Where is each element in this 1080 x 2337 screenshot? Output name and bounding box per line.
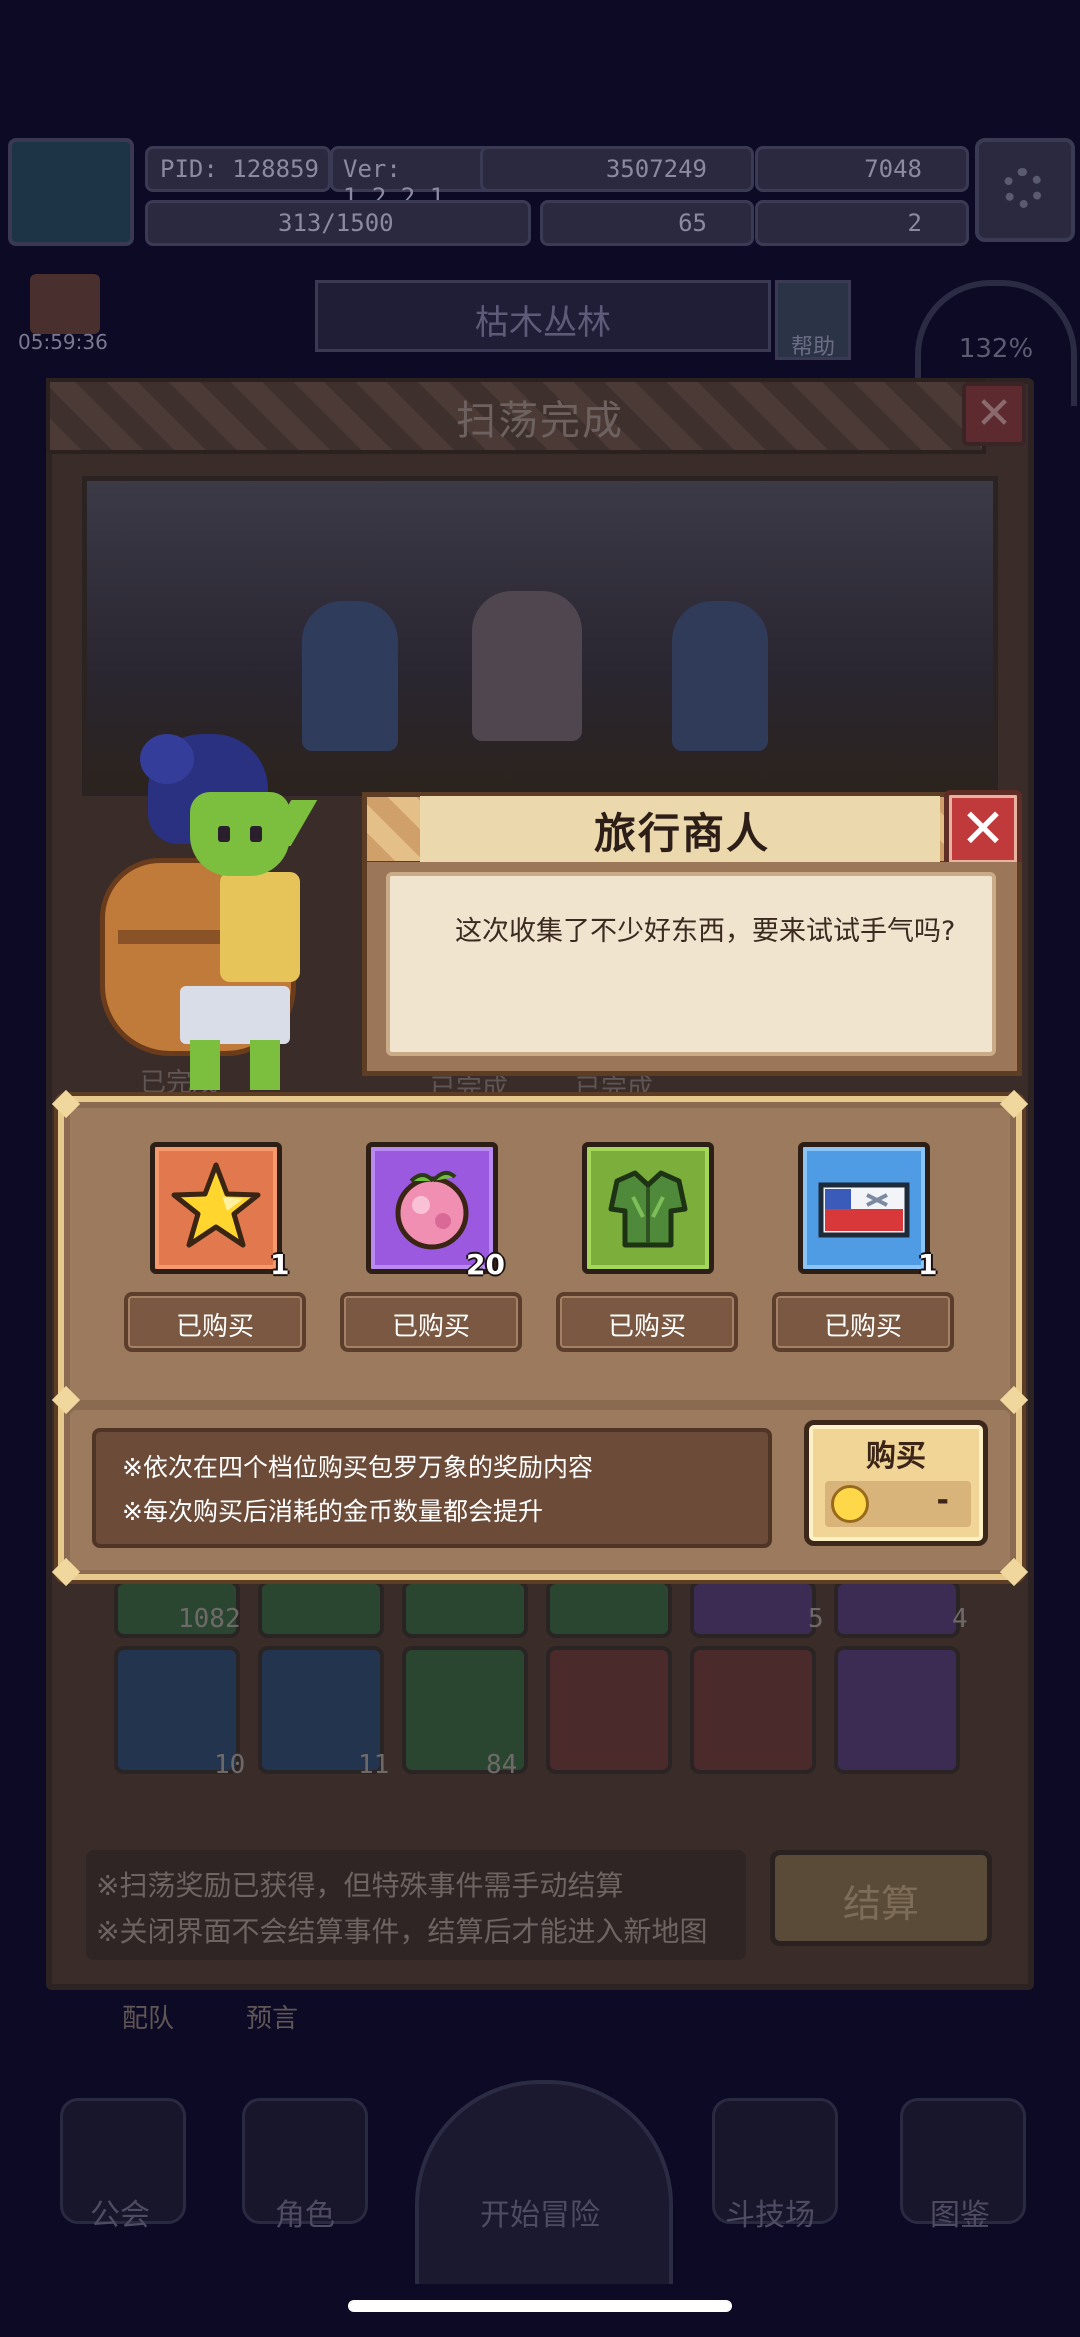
sweep-title: 扫荡完成 <box>456 398 624 444</box>
purchased-button[interactable]: 已购买 <box>340 1292 522 1352</box>
close-icon: ✕ <box>960 797 1006 860</box>
speech-bubble <box>386 872 996 1056</box>
clover-count: 65 <box>678 209 707 237</box>
armor-icon <box>608 1170 688 1248</box>
team-tab[interactable]: 配队 <box>122 1998 174 2035</box>
gear-icon <box>1003 168 1043 208</box>
settle-button[interactable]: 结算 <box>770 1850 992 1946</box>
help-label: 帮助 <box>790 335 835 360</box>
merchant-shorts <box>180 986 290 1044</box>
purchased-button[interactable]: 已购买 <box>124 1292 306 1352</box>
reward-tile <box>834 1580 960 1638</box>
rule-line-2: ※每次购买后消耗的金币数量都会提升 <box>122 1497 543 1526</box>
gift-icon[interactable] <box>30 274 100 334</box>
key-pill: 2 <box>755 200 969 246</box>
gold-coin-icon <box>831 1485 869 1523</box>
merchant-leg <box>190 1040 220 1090</box>
map-name: 枯木丛林 <box>475 303 611 343</box>
buy-label: 购买 <box>866 1439 926 1474</box>
star-icon <box>171 1162 261 1248</box>
preview-tab[interactable]: 预言 <box>246 1998 298 2035</box>
adventure-icon <box>415 2080 673 2284</box>
sweep-note-1: ※扫荡奖励已获得，但特殊事件需手动结算 <box>96 1869 624 1902</box>
sweep-close-button[interactable]: ✕ <box>962 382 1026 446</box>
merchant-eye <box>218 826 230 842</box>
gold-count: 3507249 <box>605 155 707 183</box>
reward-count: 1082 <box>178 1604 241 1634</box>
merchant-dialog-text: 这次收集了不少好东西，要来试试手气吗? <box>455 916 956 947</box>
rule-line-1: ※依次在四个档位购买包罗万象的奖励内容 <box>122 1453 593 1482</box>
shop-item-star[interactable] <box>150 1142 282 1274</box>
item-qty: 1 <box>270 1248 290 1281</box>
hero-princess <box>472 591 582 741</box>
reward-count: 10 <box>214 1750 246 1780</box>
reward-count: 84 <box>486 1750 518 1780</box>
map-name-banner: 枯木丛林 <box>315 280 771 352</box>
reward-tile <box>690 1580 816 1638</box>
hero-bunny <box>302 601 398 751</box>
nav-codex[interactable]: 图鉴 <box>890 2190 1030 2234</box>
reward-count: 5 <box>808 1604 824 1634</box>
reward-count: 11 <box>358 1750 390 1780</box>
merchant-close-button[interactable]: ✕ <box>944 790 1022 868</box>
event-timer: 05:59:36 <box>18 330 108 354</box>
ticket-icon <box>818 1182 910 1238</box>
purchased-button[interactable]: 已购买 <box>772 1292 954 1352</box>
purchased-label: 已购买 <box>823 1312 902 1342</box>
home-indicator[interactable] <box>348 2300 732 2312</box>
buy-button[interactable]: 购买 - <box>804 1420 988 1546</box>
nav-guild[interactable]: 公会 <box>50 2190 190 2234</box>
exp-pill: 313/1500 <box>145 200 531 246</box>
gold-pill: 3507249 <box>480 146 754 192</box>
purchased-label: 已购买 <box>391 1312 470 1342</box>
close-icon: ✕ <box>975 388 1013 439</box>
price-box: - <box>825 1481 971 1527</box>
clover-pill: 65 <box>540 200 754 246</box>
reward-tile <box>834 1646 960 1774</box>
gem-count: 7048 <box>864 155 922 183</box>
reward-tile <box>546 1580 672 1638</box>
reward-tile <box>546 1646 672 1774</box>
purchased-label: 已购买 <box>175 1312 254 1342</box>
key-count: 2 <box>907 209 922 237</box>
buy-price: - <box>936 1483 949 1518</box>
help-button[interactable]: 帮助 <box>775 280 851 360</box>
merchant-leg <box>250 1040 280 1090</box>
purchased-label: 已购买 <box>607 1312 686 1342</box>
reward-tile <box>690 1646 816 1774</box>
pid-pill: PID: 128859 <box>145 146 331 192</box>
purchased-button[interactable]: 已购买 <box>556 1292 738 1352</box>
exp-text: 313/1500 <box>278 209 394 237</box>
shop-item-armor[interactable] <box>582 1142 714 1274</box>
efficiency-value: 132% <box>958 334 1034 364</box>
merchant-shirt <box>220 872 300 982</box>
item-qty: 1 <box>918 1248 938 1281</box>
gem-pill: 7048 <box>755 146 969 192</box>
merchant-title: 旅行商人 <box>593 809 770 858</box>
item-qty: 20 <box>466 1248 505 1281</box>
sweep-note-2: ※关闭界面不会结算事件，结算后才能进入新地图 <box>96 1915 708 1948</box>
player-avatar[interactable] <box>8 138 134 246</box>
purchase-rules: ※依次在四个档位购买包罗万象的奖励内容 ※每次购买后消耗的金币数量都会提升 <box>92 1428 772 1548</box>
reward-count: 4 <box>952 1604 968 1634</box>
hero-knight <box>672 601 768 751</box>
merchant-eye <box>250 826 262 842</box>
nav-arena[interactable]: 斗技场 <box>700 2190 840 2234</box>
merchant-hair-bun <box>140 734 194 784</box>
reward-tile <box>402 1580 528 1638</box>
settings-button[interactable] <box>975 138 1075 242</box>
nav-character[interactable]: 角色 <box>235 2190 375 2234</box>
sweep-notes: ※扫荡奖励已获得，但特殊事件需手动结算 ※关闭界面不会结算事件，结算后才能进入新… <box>86 1850 746 1960</box>
pid-text: PID: 128859 <box>160 155 319 183</box>
settle-label: 结算 <box>842 1882 919 1926</box>
nav-start-adventure[interactable]: 开始冒险 <box>440 2190 640 2234</box>
shop-item-ticket[interactable] <box>798 1142 930 1274</box>
reward-tile <box>258 1580 384 1638</box>
